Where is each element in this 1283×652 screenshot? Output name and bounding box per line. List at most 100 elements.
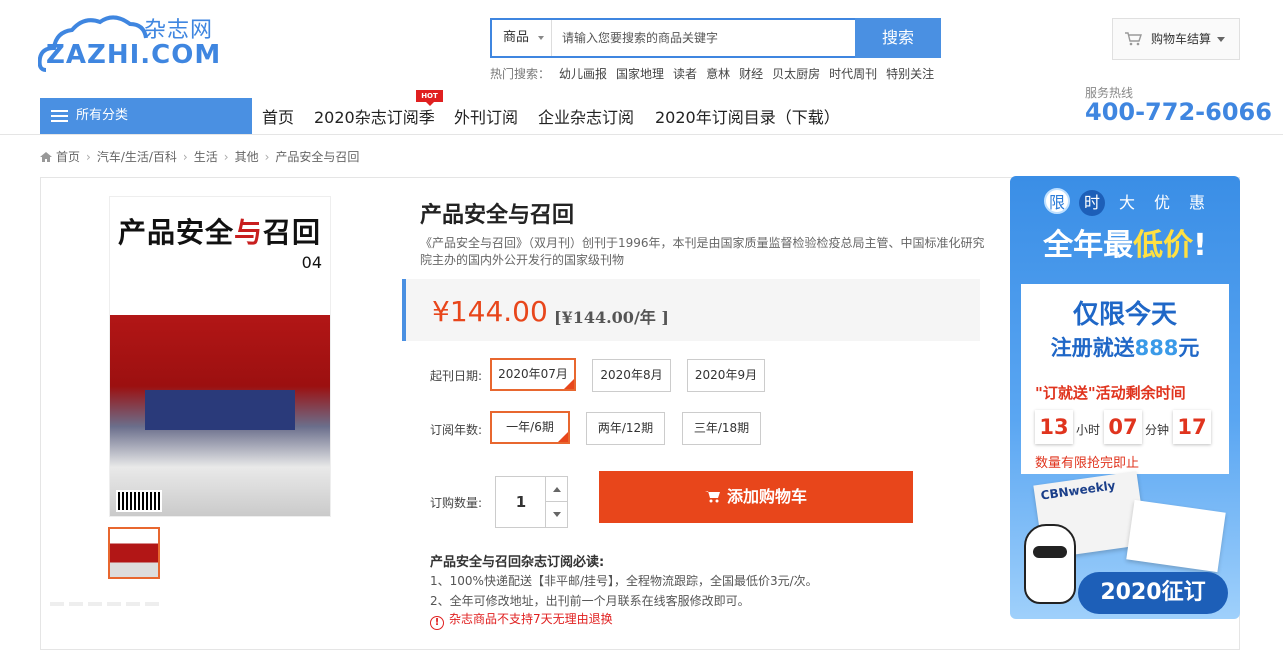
notice-line: 2、全年可修改地址，出刊前一个月联系在线客服修改即可。 (430, 594, 750, 608)
nav-item-2020-catalog-download[interactable]: 2020年订阅目录（下载） (655, 104, 840, 128)
nav-item-home[interactable]: 首页 (262, 104, 294, 128)
thumbnail-pager (50, 602, 162, 606)
cover-title: 产品安全与召回 (118, 211, 321, 251)
promo-chip: 时 (1079, 190, 1105, 216)
search-button[interactable]: 搜索 (855, 18, 941, 58)
magazine-cover-image: 产品安全与召回 04 (109, 196, 331, 517)
start-option-2020-09[interactable]: 2020年9月 (687, 359, 765, 392)
hot-keyword-link[interactable]: 幼儿画报 (559, 67, 607, 81)
promo-today-only: 仅限今天 (1072, 300, 1177, 330)
price-per-year: [¥144.00/年 ] (554, 308, 669, 327)
promo-chip: 惠 (1188, 193, 1205, 212)
promo-chip: 限 (1044, 188, 1070, 214)
breadcrumb-separator-icon: › (223, 150, 229, 164)
product-price: ¥144.00 (432, 295, 548, 328)
add-to-cart-label: 添加购物车 (726, 487, 807, 506)
promo-countdown: 13 小时 07 分钟 17 (1035, 410, 1214, 444)
breadcrumb-other[interactable]: 其他 (235, 150, 259, 164)
years-label: 订阅年数: (430, 423, 483, 437)
promo-headline-part: 全年 (1043, 228, 1104, 263)
hot-keyword-link[interactable]: 贝太厨房 (772, 67, 820, 81)
cover-header: 产品安全与召回 04 (110, 197, 330, 315)
no-return-warning: ! 杂志商品不支持7天无理由退换 (430, 610, 613, 630)
cart-icon (704, 491, 720, 503)
cart-checkout-label: 购物车结算 (1151, 32, 1212, 46)
hot-keyword-link[interactable]: 国家地理 (616, 67, 664, 81)
search-bar: 商品 搜索 (490, 18, 941, 58)
hot-keyword-link[interactable]: 特别关注 (886, 67, 934, 81)
year-option-3[interactable]: 三年/18期 (682, 412, 761, 445)
promo-chips: 限时大优惠 (1044, 188, 1219, 216)
promo-magazine-title: CBNweekly (1039, 478, 1117, 503)
cart-checkout-button[interactable]: 购物车结算 (1112, 18, 1240, 60)
alert-icon: ! (430, 616, 444, 630)
hot-search-label: 热门搜索： (490, 67, 551, 81)
promo-bonus-amount: 888 (1134, 336, 1179, 360)
countdown-hours-unit: 小时 (1076, 423, 1101, 437)
home-icon (40, 152, 52, 162)
promo-countdown-label: "订就送"活动剩余时间 (1035, 384, 1186, 402)
nav-item-enterprise-magazines[interactable]: 企业杂志订阅 (538, 104, 634, 128)
breadcrumb: 首页 › 汽车/生活/百科 › 生活 › 其他 › 产品安全与召回 (40, 148, 359, 165)
notice-title: 产品安全与召回杂志订阅必读: (430, 555, 605, 570)
hot-keyword-link[interactable]: 财经 (739, 67, 763, 81)
nav-item-foreign-journals[interactable]: 外刊订阅 (454, 104, 518, 128)
cover-issue-number: 04 (301, 253, 322, 272)
breadcrumb-separator-icon: › (182, 150, 188, 164)
breadcrumb-separator-icon: › (86, 150, 91, 164)
promo-subscribe-pill: 2020征订 (1078, 572, 1228, 614)
cover-photo (110, 315, 330, 516)
promo-chip: 优 (1153, 193, 1170, 212)
quantity-input[interactable]: 1 (496, 477, 546, 527)
promo-headline: 全年最低价! (1010, 220, 1240, 264)
countdown-hours: 13 (1035, 410, 1073, 444)
cover-title-part: 召回 (263, 216, 322, 249)
promo-banner[interactable]: 限时大优惠 全年最低价! 仅限今天 注册就送888元 "订就送"活动剩余时间 1… (1010, 176, 1240, 619)
mascot-glasses (1033, 546, 1067, 558)
barcode-icon (116, 490, 162, 512)
countdown-seconds: 17 (1173, 410, 1212, 444)
hot-keyword-link[interactable]: 读者 (673, 67, 697, 81)
breadcrumb-current: 产品安全与召回 (275, 150, 360, 164)
promo-chip: 大 (1118, 193, 1135, 212)
year-option-2[interactable]: 两年/12期 (586, 412, 665, 445)
promo-magazine-image-2 (1126, 499, 1226, 573)
hotline-number: 400-772-6066 (1085, 98, 1272, 126)
all-categories-label: 所有分类 (76, 108, 129, 123)
hot-keyword-link[interactable]: 时代周刊 (829, 67, 877, 81)
add-to-cart-button[interactable]: 添加购物车 (599, 471, 913, 523)
cover-title-part: 与 (234, 216, 264, 249)
search-input[interactable] (554, 20, 854, 56)
promo-bonus-part: 注册就送 (1050, 336, 1135, 360)
promo-headline-part: 低价 (1133, 228, 1194, 263)
menu-icon (51, 110, 68, 122)
decrement-icon[interactable] (545, 502, 567, 527)
start-date-label: 起刊日期: (430, 369, 483, 383)
promo-limited-quantity: 数量有限抢完即止 (1035, 456, 1140, 471)
site-logo[interactable]: 杂志网 ZAZHI.COM (38, 12, 238, 74)
breadcrumb-home[interactable]: 首页 (56, 150, 80, 164)
countdown-minutes: 07 (1104, 410, 1143, 444)
breadcrumb-category[interactable]: 汽车/生活/百科 (97, 150, 177, 164)
promo-register-bonus: 注册就送888元 (1021, 332, 1229, 362)
logo-english-text: ZAZHI.COM (46, 40, 222, 70)
all-categories-button[interactable]: 所有分类 (40, 98, 252, 134)
warning-text: 杂志商品不支持7天无理由退换 (449, 612, 613, 626)
breadcrumb-subcategory[interactable]: 生活 (194, 150, 218, 164)
start-option-2020-08[interactable]: 2020年8月 (592, 359, 671, 392)
nav-item-2020-subscription[interactable]: 2020杂志订阅季 (314, 104, 435, 128)
breadcrumb-separator-icon: › (264, 150, 270, 164)
start-option-2020-07[interactable]: 2020年07月 (490, 358, 576, 391)
product-description: 《产品安全与召回》（双月刊）创刊于1996年，本刊是由国家质量监督检验检疫总局主… (420, 236, 985, 267)
hot-keyword-link[interactable]: 意林 (706, 67, 730, 81)
chevron-down-icon (1217, 37, 1225, 42)
cover-thumbnail[interactable] (108, 527, 160, 579)
countdown-minutes-unit: 分钟 (1145, 423, 1170, 437)
search-category-select[interactable]: 商品 (492, 20, 552, 56)
increment-icon[interactable] (545, 477, 567, 502)
year-option-1[interactable]: 一年/6期 (490, 411, 570, 444)
quantity-stepper: 1 (495, 476, 568, 528)
chevron-down-icon (538, 36, 544, 40)
price-box: ¥144.00 [¥144.00/年 ] (402, 279, 980, 341)
notice-line: 1、100%快递配送【非平邮/挂号】，全程物流跟踪，全国最低价3元/次。 (430, 574, 818, 588)
